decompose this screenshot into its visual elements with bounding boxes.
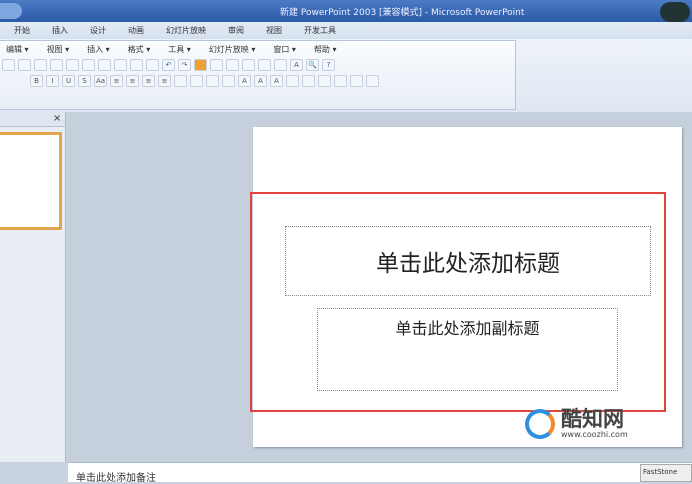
increase-indent-icon[interactable] [302, 75, 315, 87]
slide-design-icon[interactable] [318, 75, 331, 87]
ribbon: 编辑 ▾ 视图 ▾ 插入 ▾ 格式 ▾ 工具 ▾ 幻灯片放映 ▾ 窗口 ▾ 帮助… [0, 39, 692, 112]
menu-view[interactable]: 视图 ▾ [47, 44, 70, 55]
color-icon[interactable] [242, 59, 255, 71]
watermark: 酷知网 www.coozhi.com [525, 408, 628, 439]
cut-icon[interactable] [98, 59, 111, 71]
shrink-font-button[interactable]: A [270, 75, 283, 87]
chart-icon[interactable] [194, 59, 207, 71]
underline-button[interactable]: U [62, 75, 75, 87]
table-icon[interactable] [210, 59, 223, 71]
panel-header: × [0, 112, 65, 127]
help-icon[interactable]: ? [322, 59, 335, 71]
tab-slideshow[interactable]: 幻灯片放映 [166, 22, 216, 39]
title-bar: 新建 PowerPoint 2003 [兼容模式] - Microsoft Po… [0, 0, 692, 22]
spelling-icon[interactable] [82, 59, 95, 71]
menu-window[interactable]: 窗口 ▾ [273, 44, 296, 55]
notes-pane[interactable]: 单击此处添加备注 [68, 462, 692, 484]
ribbon-tabs: 开始 插入 设计 动画 幻灯片放映 审阅 视图 开发工具 [0, 22, 692, 39]
legacy-toolbar: 编辑 ▾ 视图 ▾ 插入 ▾ 格式 ▾ 工具 ▾ 幻灯片放映 ▾ 窗口 ▾ 帮助… [0, 40, 516, 110]
slides-panel: × [0, 112, 66, 462]
watermark-url: www.coozhi.com [561, 430, 628, 439]
standard-toolbar: ↶ ↷ A 🔍 ? [2, 59, 335, 71]
close-icon[interactable]: × [53, 113, 61, 124]
taskbar-faststone[interactable]: FastStone [640, 464, 692, 482]
numbering-icon[interactable] [206, 75, 219, 87]
tab-design[interactable]: 设计 [90, 22, 116, 39]
align-right-icon[interactable]: ≡ [142, 75, 155, 87]
tab-view[interactable]: 视图 [266, 22, 292, 39]
print-icon[interactable] [34, 59, 47, 71]
tab-review[interactable]: 审阅 [228, 22, 254, 39]
research-icon[interactable] [66, 59, 79, 71]
picture-icon[interactable] [226, 59, 239, 71]
tab-developer[interactable]: 开发工具 [304, 22, 346, 39]
decrease-indent-icon[interactable] [286, 75, 299, 87]
menu-tools[interactable]: 工具 ▾ [168, 44, 191, 55]
slide-thumbnail[interactable] [0, 132, 62, 230]
grow-font-button[interactable]: A [254, 75, 267, 87]
text-direction-icon[interactable] [174, 75, 187, 87]
formatting-toolbar: B I U S Aa ≡ ≡ ≡ ≡ A A A [30, 75, 379, 87]
shapes-icon[interactable] [334, 75, 347, 87]
undo-icon[interactable]: ↶ [162, 59, 175, 71]
textbox-icon[interactable]: A [290, 59, 303, 71]
align-left-icon[interactable]: ≡ [110, 75, 123, 87]
tab-animation[interactable]: 动画 [128, 22, 154, 39]
redo-icon[interactable]: ↷ [178, 59, 191, 71]
watermark-logo-icon [525, 408, 555, 439]
bullets-icon[interactable] [222, 75, 235, 87]
permission-icon[interactable] [18, 59, 31, 71]
change-case-button[interactable]: Aa [94, 75, 107, 87]
justify-icon[interactable]: ≡ [158, 75, 171, 87]
menu-bar: 编辑 ▾ 视图 ▾ 插入 ▾ 格式 ▾ 工具 ▾ 幻灯片放映 ▾ 窗口 ▾ 帮助… [6, 44, 355, 55]
highlight-box [250, 192, 666, 412]
menu-help[interactable]: 帮助 ▾ [314, 44, 337, 55]
menu-insert[interactable]: 插入 ▾ [87, 44, 110, 55]
columns-icon[interactable] [190, 75, 203, 87]
italic-button[interactable]: I [46, 75, 59, 87]
line-color-icon[interactable] [366, 75, 379, 87]
tab-home[interactable]: 开始 [14, 22, 40, 39]
align-center-icon[interactable]: ≡ [126, 75, 139, 87]
zoom-icon[interactable]: 🔍 [306, 59, 319, 71]
layout-icon[interactable] [274, 59, 287, 71]
strikethrough-button[interactable]: S [78, 75, 91, 87]
paste-icon[interactable] [130, 59, 143, 71]
print-preview-icon[interactable] [50, 59, 63, 71]
avatar [660, 2, 690, 22]
bold-button[interactable]: B [30, 75, 43, 87]
watermark-name: 酷知网 [561, 407, 624, 431]
office-button[interactable] [0, 3, 22, 19]
font-color-button[interactable]: A [238, 75, 251, 87]
copy-icon[interactable] [114, 59, 127, 71]
menu-edit[interactable]: 编辑 ▾ [6, 44, 29, 55]
menu-slideshow[interactable]: 幻灯片放映 ▾ [209, 44, 256, 55]
tab-insert[interactable]: 插入 [52, 22, 78, 39]
menu-format[interactable]: 格式 ▾ [128, 44, 151, 55]
save-icon[interactable] [2, 59, 15, 71]
window-title: 新建 PowerPoint 2003 [兼容模式] - Microsoft Po… [280, 8, 525, 18]
fill-color-icon[interactable] [350, 75, 363, 87]
new-slide-icon[interactable] [258, 59, 271, 71]
format-painter-icon[interactable] [146, 59, 159, 71]
